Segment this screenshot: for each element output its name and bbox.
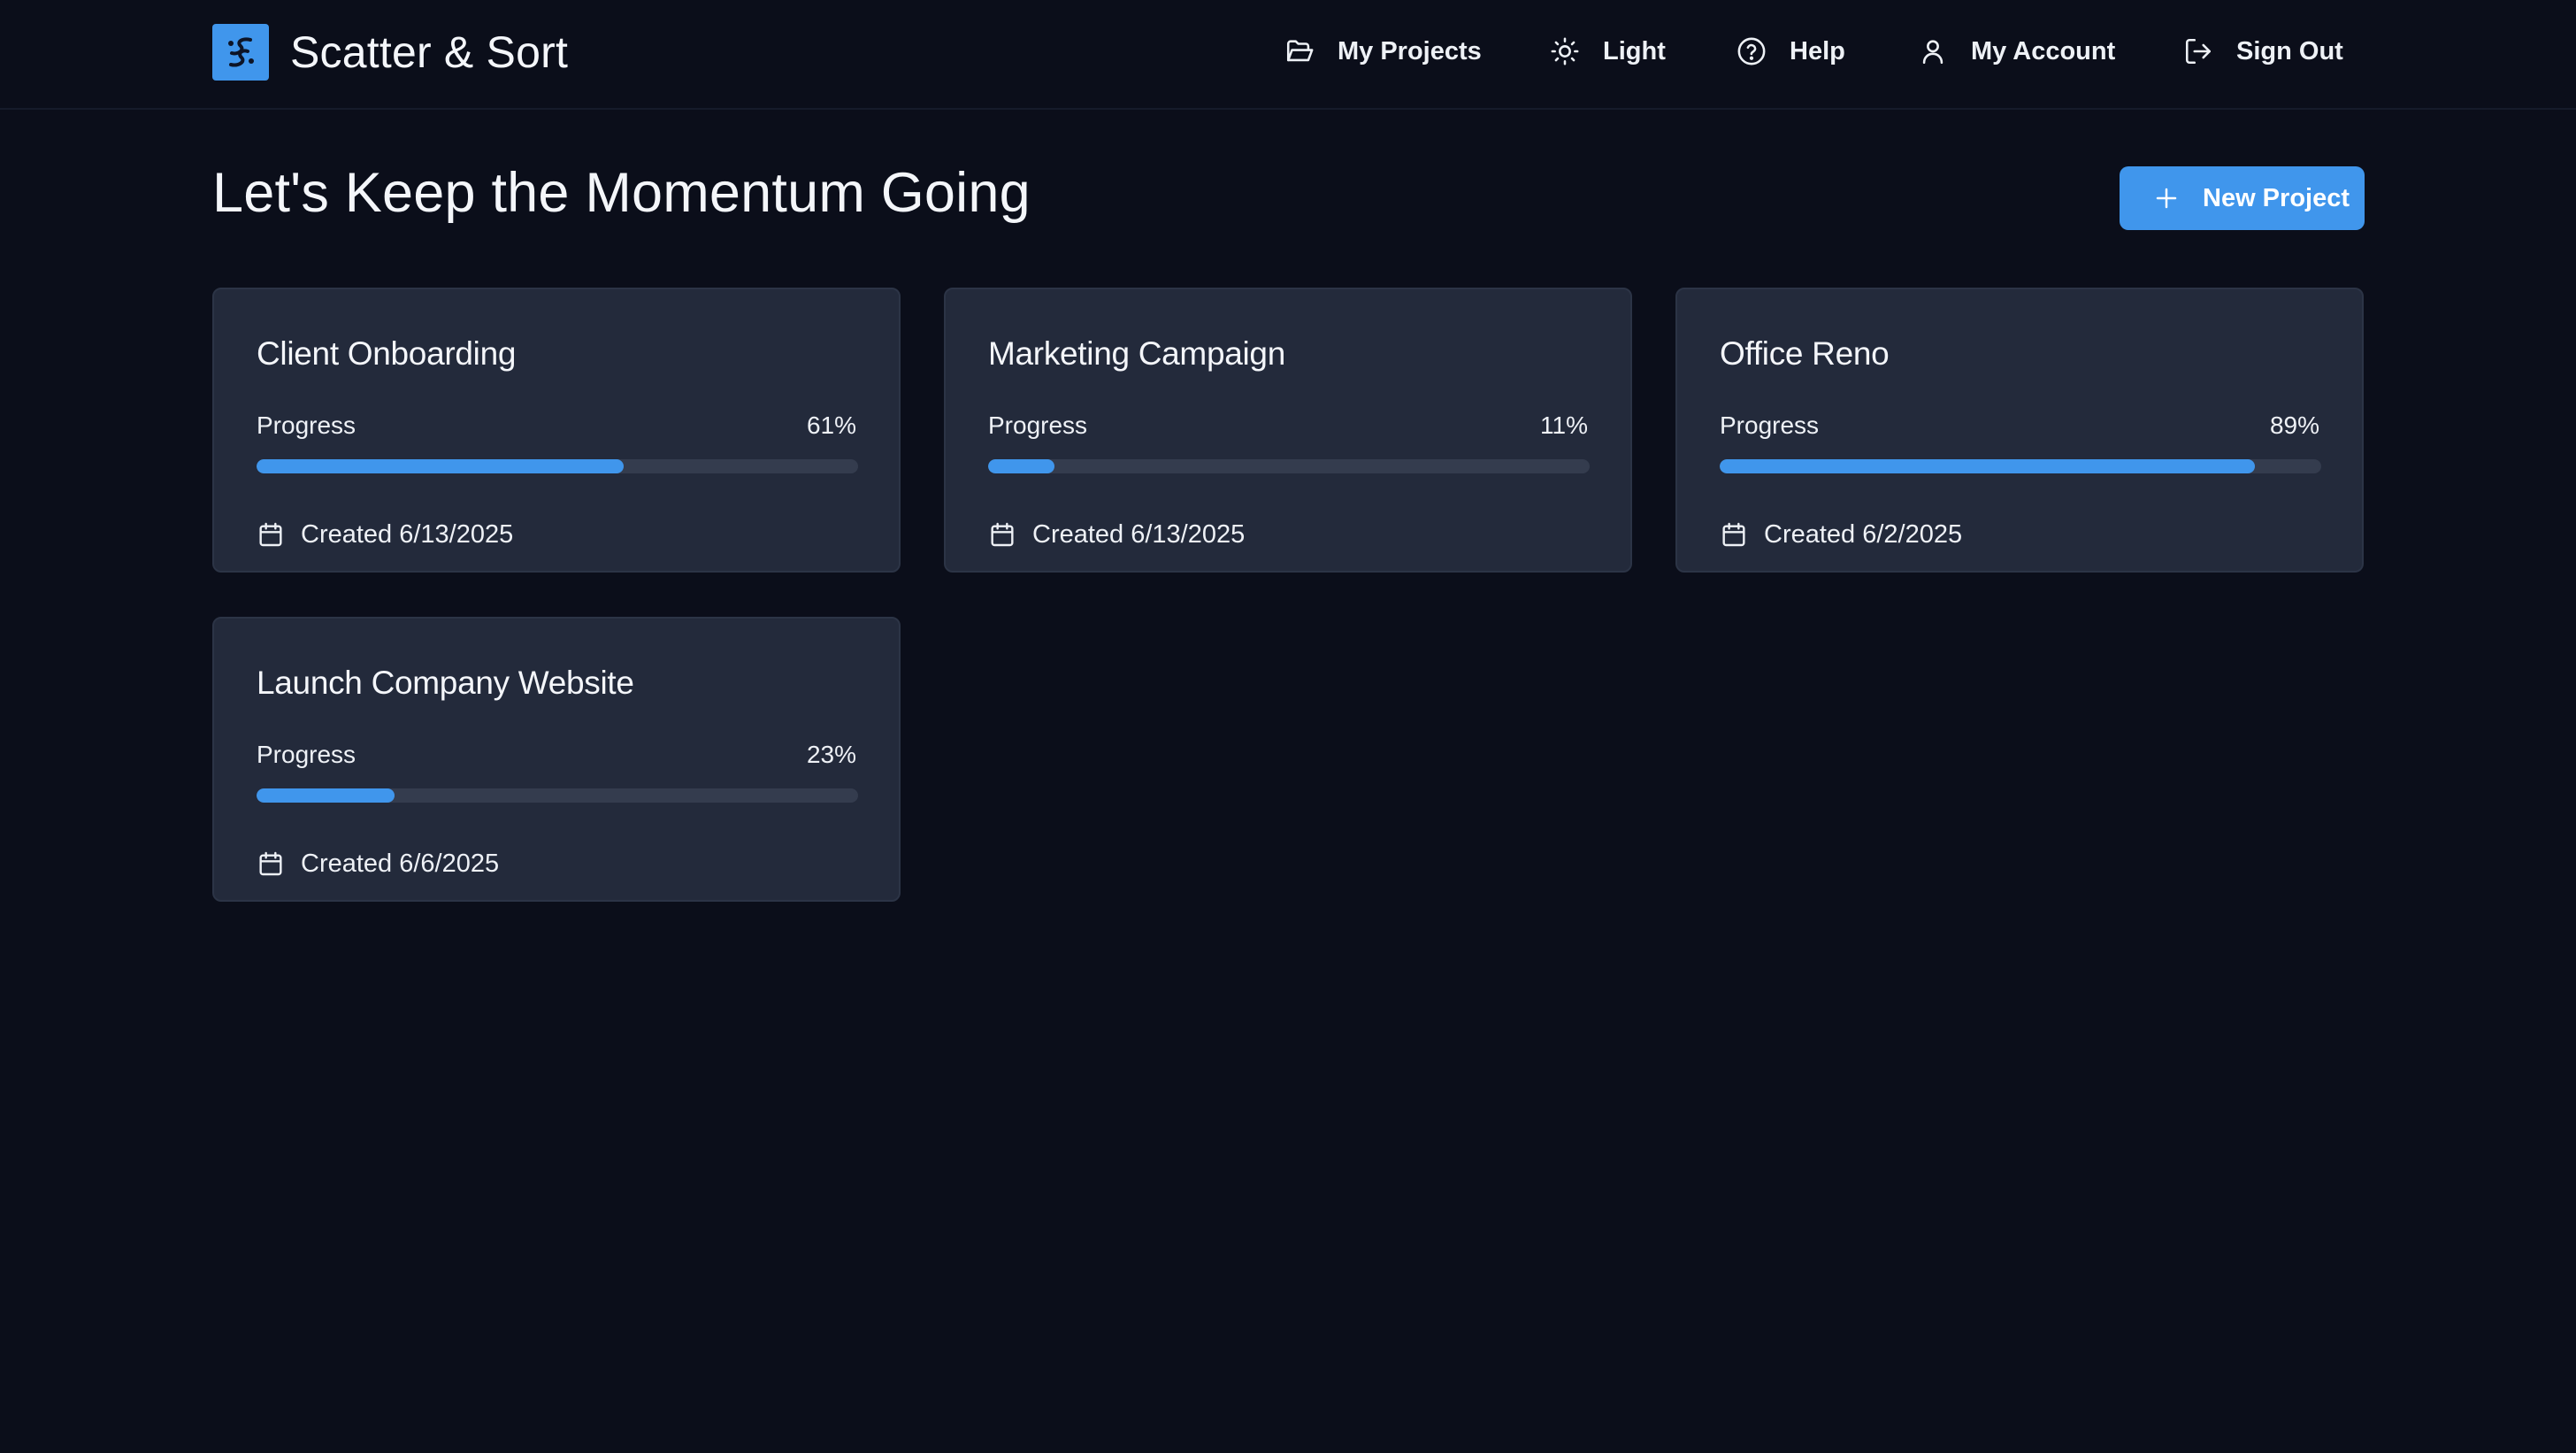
progress-bar xyxy=(1720,459,2321,473)
nav-my-account[interactable]: My Account xyxy=(1918,30,2115,73)
nav-help-label: Help xyxy=(1790,36,1845,65)
new-project-label: New Project xyxy=(2203,183,2350,212)
progress-label: Progress xyxy=(257,411,356,439)
created-date: Created 6/2/2025 xyxy=(1720,518,1962,551)
project-title: Launch Company Website xyxy=(257,665,634,701)
nav-my-projects-label: My Projects xyxy=(1338,36,1482,65)
created-date: Created 6/13/2025 xyxy=(257,518,513,551)
calendar-icon xyxy=(1722,522,1745,547)
nav-sign-out[interactable]: Sign Out xyxy=(2183,30,2343,73)
log-out-icon xyxy=(2185,38,2212,65)
help-circle-icon xyxy=(1737,37,1766,65)
progress-percent: 61% xyxy=(806,411,856,439)
project-title: Client Onboarding xyxy=(257,335,517,372)
progress-bar-fill xyxy=(988,459,1054,473)
progress-percent: 11% xyxy=(1540,411,1588,439)
project-card[interactable]: Client Onboarding Progress 61% Created 6… xyxy=(212,288,901,573)
project-card[interactable]: Marketing Campaign Progress 11% Created … xyxy=(944,288,1632,573)
folder-open-icon xyxy=(1286,40,1314,62)
sun-icon xyxy=(1551,37,1579,65)
progress-bar-fill xyxy=(257,788,395,803)
progress-percent: 89% xyxy=(2269,411,2319,439)
progress-label: Progress xyxy=(988,411,1088,439)
project-title: Office Reno xyxy=(1720,335,1890,372)
top-navigation-bar: Scatter & Sort My Projects Light Help My… xyxy=(0,0,2576,110)
created-date: Created 6/13/2025 xyxy=(988,518,1245,551)
page-title: Let's Keep the Momentum Going xyxy=(212,162,1031,224)
nav-sign-out-label: Sign Out xyxy=(2236,36,2343,65)
project-card[interactable]: Launch Company Website Progress 23% Crea… xyxy=(212,617,901,902)
nav-theme-toggle[interactable]: Light xyxy=(1550,30,1666,73)
nav-my-account-label: My Account xyxy=(1971,36,2116,65)
progress-bar xyxy=(257,788,858,803)
progress-label: Progress xyxy=(1720,411,1820,439)
nav-my-projects[interactable]: My Projects xyxy=(1284,30,1482,73)
progress-bar xyxy=(257,459,858,473)
user-icon xyxy=(1922,40,1944,65)
progress-bar-fill xyxy=(1720,459,2256,473)
created-date-text: Created 6/6/2025 xyxy=(301,849,500,878)
created-date-text: Created 6/13/2025 xyxy=(301,519,514,549)
nav-help[interactable]: Help xyxy=(1736,30,1845,73)
created-date-text: Created 6/2/2025 xyxy=(1764,519,1963,549)
project-card[interactable]: Office Reno Progress 89% Created 6/2/202… xyxy=(1675,288,2364,573)
project-title: Marketing Campaign xyxy=(988,335,1285,372)
nav-theme-label: Light xyxy=(1603,36,1666,65)
progress-label: Progress xyxy=(257,741,356,768)
main-nav: My Projects Light Help My Account Sign O… xyxy=(0,30,2576,73)
created-date-text: Created 6/13/2025 xyxy=(1032,519,1246,549)
new-project-button[interactable]: New Project xyxy=(2120,166,2365,230)
progress-percent: 23% xyxy=(806,741,856,768)
created-date: Created 6/6/2025 xyxy=(257,847,499,880)
calendar-icon xyxy=(991,522,1014,547)
plus-icon xyxy=(2156,188,2177,209)
calendar-icon xyxy=(259,851,282,876)
progress-bar xyxy=(988,459,1590,473)
calendar-icon xyxy=(259,522,282,547)
progress-bar-fill xyxy=(257,459,624,473)
